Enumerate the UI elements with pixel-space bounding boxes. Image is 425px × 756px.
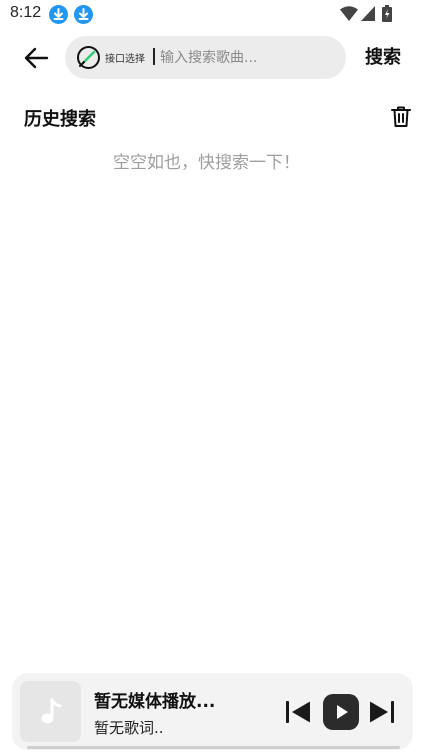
play-icon bbox=[337, 705, 348, 719]
search-button[interactable]: 搜索 bbox=[358, 44, 408, 72]
album-cover[interactable] bbox=[20, 681, 81, 742]
download-icon bbox=[49, 5, 68, 24]
download-icon bbox=[74, 5, 93, 24]
history-title: 历史搜索 bbox=[24, 109, 96, 130]
wifi-icon bbox=[340, 6, 358, 21]
link-icon[interactable] bbox=[76, 45, 101, 70]
skip-previous-icon bbox=[286, 701, 310, 723]
battery-icon bbox=[382, 5, 392, 22]
back-button[interactable] bbox=[18, 40, 54, 76]
next-button[interactable] bbox=[368, 698, 396, 726]
player-progress-track bbox=[27, 746, 400, 749]
skip-next-icon bbox=[370, 701, 394, 723]
song-title: 暂无媒体播放... bbox=[94, 692, 216, 712]
song-lyric: 暂无歌词.. bbox=[94, 719, 164, 737]
music-note-icon bbox=[41, 698, 61, 723]
previous-button[interactable] bbox=[284, 698, 312, 726]
api-select-label[interactable]: 接口选择 bbox=[105, 50, 145, 65]
arrow-left-icon bbox=[24, 47, 49, 69]
status-bar: 8:12 bbox=[0, 0, 425, 28]
trash-icon bbox=[391, 106, 411, 127]
search-input[interactable] bbox=[160, 44, 335, 71]
divider bbox=[153, 48, 155, 65]
empty-history-text: 空空如也，快搜索一下！ bbox=[113, 153, 300, 173]
clear-history-button[interactable] bbox=[388, 104, 414, 130]
signal-icon bbox=[361, 6, 375, 21]
play-button[interactable] bbox=[323, 694, 359, 730]
search-box: 接口选择 bbox=[65, 36, 346, 79]
mini-player[interactable]: 暂无媒体播放... 暂无歌词.. bbox=[12, 673, 413, 750]
status-time: 8:12 bbox=[10, 4, 42, 21]
